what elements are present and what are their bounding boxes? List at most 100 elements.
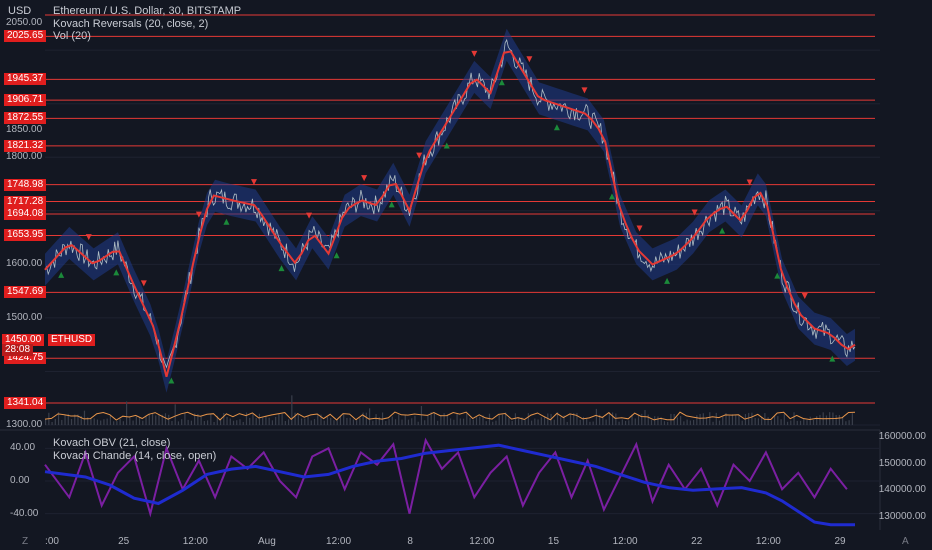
symbol-title[interactable]: Ethereum / U.S. Dollar, 30, BITSTAMP <box>53 5 241 17</box>
volume-bar <box>825 415 828 425</box>
x-axis-label: 25 <box>118 536 130 547</box>
volume-bar <box>54 418 56 425</box>
price-level-tag: 1945.37 <box>4 73 47 86</box>
x-axis-label: 12:00 <box>182 536 208 547</box>
volume-bar <box>624 420 627 425</box>
volume-bar <box>498 415 500 425</box>
indicator-reversals-label[interactable]: Kovach Reversals (20, close, 2) <box>53 18 208 30</box>
volume-bar <box>469 417 471 425</box>
volume-bar <box>812 419 815 425</box>
volume-bar <box>352 419 354 425</box>
volume-bar <box>718 420 721 425</box>
osc-axis-label: 40.00 <box>10 442 36 454</box>
volume-bar <box>842 417 844 425</box>
volume-bar <box>349 417 351 425</box>
volume-bar <box>537 419 539 425</box>
volume-bar <box>508 417 510 425</box>
volume-bar <box>488 413 491 425</box>
zoom-toggle[interactable]: Z <box>22 536 28 547</box>
volume-bar <box>109 415 111 425</box>
volume-bar <box>702 413 704 425</box>
chande-legend[interactable]: Kovach Chande (14, close, open) <box>53 450 216 462</box>
volume-bar <box>333 420 335 425</box>
indicator-volume-label[interactable]: Vol (20) <box>53 30 91 42</box>
volume-bar <box>722 416 724 425</box>
volume-bar <box>411 418 413 425</box>
x-axis-label: Aug <box>258 536 276 547</box>
volume-bar <box>534 418 536 425</box>
volume-bar <box>213 421 215 425</box>
volume-bar <box>187 419 189 425</box>
x-axis-label: 12:00 <box>469 536 495 547</box>
volume-bar <box>650 419 653 425</box>
volume-bar <box>501 414 504 425</box>
volume-bar <box>819 414 821 425</box>
volume-bar <box>142 420 144 425</box>
x-axis-label: 15 <box>547 536 560 547</box>
price-level-tag: 1694.08 <box>4 207 47 220</box>
volume-bar <box>138 417 141 425</box>
volume-bar <box>437 420 439 425</box>
volume-bar <box>288 419 290 425</box>
volume-bar <box>281 414 283 425</box>
volume-bar <box>339 416 342 425</box>
volume-bar <box>754 417 756 425</box>
x-axis-label: 29 <box>834 536 846 547</box>
volume-bar <box>132 420 134 425</box>
price-axis-label: 2050.00 <box>6 17 43 29</box>
x-axis-label: 12:00 <box>612 536 638 547</box>
volume-bar <box>456 413 458 425</box>
volume-bar <box>427 414 429 425</box>
osc-axis-label: 0.00 <box>10 475 30 486</box>
volume-bar <box>268 417 270 425</box>
volume-bar <box>356 420 358 425</box>
auto-scale-toggle[interactable]: A <box>902 536 909 547</box>
volume-bar <box>615 413 617 425</box>
volume-bar <box>696 415 698 425</box>
volume-bar <box>589 421 591 425</box>
volume-bar <box>242 421 244 425</box>
volume-bar <box>262 417 264 425</box>
volume-bar <box>184 412 186 425</box>
chart-canvas[interactable] <box>0 0 932 550</box>
volume-bar <box>129 416 131 425</box>
volume-bar <box>297 414 299 425</box>
volume-bar <box>106 418 108 425</box>
volume-bar <box>647 414 649 425</box>
volume-bar <box>777 416 779 425</box>
volume-bar <box>851 413 853 425</box>
volume-bar <box>835 414 837 425</box>
volume-bar <box>151 413 154 425</box>
volume-bar <box>414 415 416 425</box>
volume-bar <box>113 421 115 425</box>
volume-bar <box>433 412 435 425</box>
volume-bar <box>450 418 452 425</box>
volume-bar <box>838 415 840 425</box>
volume-bar <box>475 417 478 425</box>
volume-bar <box>712 421 714 425</box>
osc-axis-label: -40.00 <box>10 507 39 519</box>
obv-legend[interactable]: Kovach OBV (21, close) <box>53 437 170 449</box>
volume-bar <box>317 414 319 425</box>
volume-bar <box>394 419 397 425</box>
volume-bar <box>796 420 798 425</box>
price-level-tag: 1653.95 <box>4 229 47 242</box>
volume-bar <box>799 420 802 425</box>
countdown-tag: 28:08 <box>2 344 34 356</box>
volume-bar <box>644 410 646 425</box>
obv-axis-label: 140000.00 <box>878 484 926 496</box>
volume-bar <box>699 413 701 425</box>
volume-bar <box>275 416 277 425</box>
volume-bar <box>223 412 225 425</box>
volume-bar <box>514 413 516 425</box>
volume-bar <box>472 419 474 425</box>
volume-bar <box>728 415 730 425</box>
obv-axis-label: 150000.00 <box>878 457 926 469</box>
volume-bar <box>440 415 442 425</box>
volume-bar <box>229 418 231 425</box>
volume-bar <box>686 419 688 425</box>
volume-bar <box>239 419 241 425</box>
volume-bar <box>83 410 86 425</box>
volume-bar <box>168 414 170 425</box>
volume-bar <box>689 420 691 425</box>
